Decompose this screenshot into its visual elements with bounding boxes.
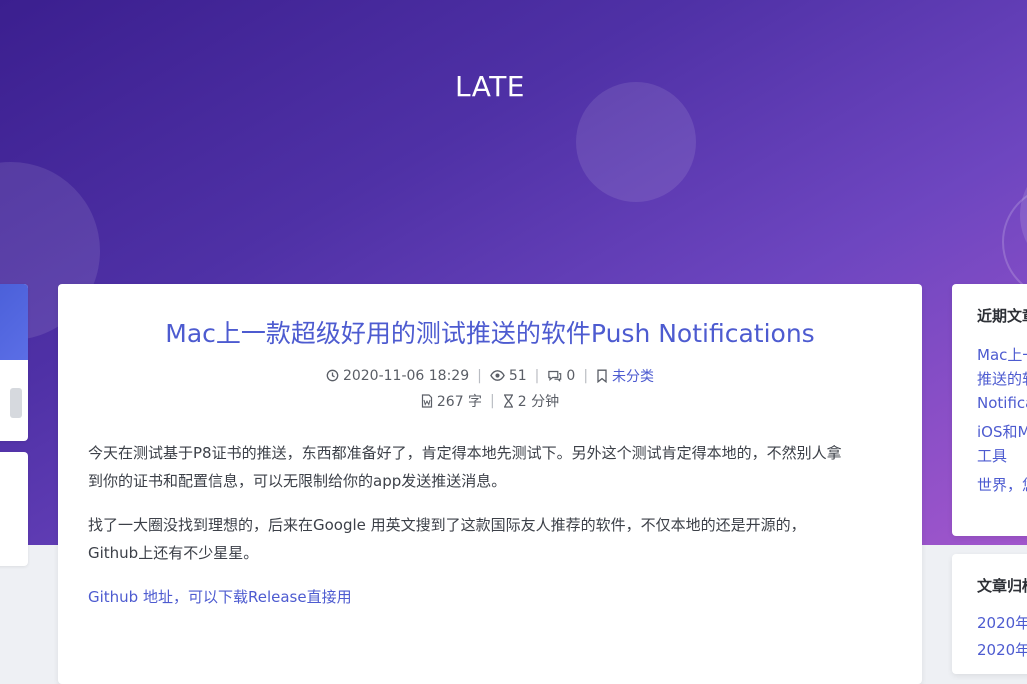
post-paragraph: 找了一大圈没找到理想的，后来在Google 用英文搜到了这款国际友人推荐的软件，… [88, 511, 894, 567]
post-meta-row: 2020-11-06 18:29 | 51 | 0 | 未分类 [58, 366, 922, 386]
meta-separator: | [583, 368, 589, 384]
archive-title: 文章归档 [977, 577, 1027, 595]
decorative-ring [1002, 185, 1027, 299]
github-link[interactable]: Github 地址，可以下载Release直接用 [88, 583, 894, 611]
post-date-text: 2020-11-06 18:29 [342, 368, 470, 384]
recent-posts-widget: 近期文章 Mac上一 推送的软 Notifica iOS和M 工具 世界，您 [952, 284, 1027, 536]
clock-icon [326, 369, 339, 382]
post-stats-row: 267 字 | 2 分钟 [58, 391, 922, 411]
archive-link[interactable]: 2020年 [977, 611, 1027, 635]
hourglass-icon [503, 394, 513, 408]
post-views: 51 [490, 368, 527, 384]
article-card: Mac上一款超级好用的测试推送的软件Push Notifications 202… [58, 284, 922, 684]
paragraph-line: 今天在测试基于P8证书的推送，东西都准备好了，肯定得本地先测试下。另外这个测试肯… [88, 444, 842, 462]
meta-separator: | [477, 368, 482, 384]
recent-post-line: iOS和M [977, 423, 1027, 441]
recent-post-line: Notifica [977, 394, 1027, 412]
meta-separator: | [534, 368, 540, 384]
paragraph-line: 到你的证书和配置信息，可以无限制给你的app发送推送消息。 [88, 472, 507, 490]
recent-post-line: 推送的软 [977, 370, 1027, 388]
recent-post-line: 世界，您 [977, 476, 1027, 494]
paragraph-line: Github上还有不少星星。 [88, 544, 259, 562]
post-views-count: 51 [508, 368, 527, 384]
post-read-time: 2 分钟 [503, 391, 559, 411]
meta-separator: | [490, 393, 495, 409]
recent-post-line: Mac上一 [977, 346, 1027, 364]
left-sidebar-profile-card [0, 284, 28, 441]
file-word-icon [421, 394, 432, 408]
post-comments-count: 0 [566, 368, 576, 384]
paragraph-line: 找了一大圈没找到理想的，后来在Google 用英文搜到了这款国际友人推荐的软件，… [88, 516, 806, 534]
recent-post-line: 工具 [977, 447, 1008, 465]
post-date: 2020-11-06 18:29 [326, 368, 469, 384]
post-word-count: 267 字 [421, 391, 482, 411]
recent-post-link[interactable]: 世界，您 [977, 473, 1027, 497]
archive-link[interactable]: 2020年 [977, 638, 1027, 662]
post-word-count-text: 267 字 [436, 394, 483, 410]
post-category-link[interactable]: 未分类 [612, 369, 654, 385]
post-read-time-text: 2 分钟 [517, 394, 560, 410]
profile-card-banner [0, 284, 28, 360]
site-title[interactable]: LATE [0, 70, 980, 103]
profile-card-button[interactable] [10, 388, 22, 418]
post-paragraph: 今天在测试基于P8证书的推送，东西都准备好了，肯定得本地先测试下。另外这个测试肯… [88, 439, 894, 495]
archive-widget: 文章归档 2020年 2020年 [952, 554, 1027, 674]
post-category: 未分类 [596, 366, 654, 386]
recent-post-link[interactable]: Mac上一 推送的软 Notifica [977, 343, 1027, 415]
bookmark-icon [597, 369, 607, 384]
post-comments[interactable]: 0 [547, 368, 575, 384]
post-title[interactable]: Mac上一款超级好用的测试推送的软件Push Notifications [58, 314, 922, 350]
left-sidebar-card [0, 452, 28, 566]
recent-post-link[interactable]: iOS和M 工具 [977, 420, 1027, 468]
eye-icon [490, 370, 505, 381]
recent-posts-title: 近期文章 [977, 307, 1027, 325]
comment-icon [548, 370, 562, 382]
